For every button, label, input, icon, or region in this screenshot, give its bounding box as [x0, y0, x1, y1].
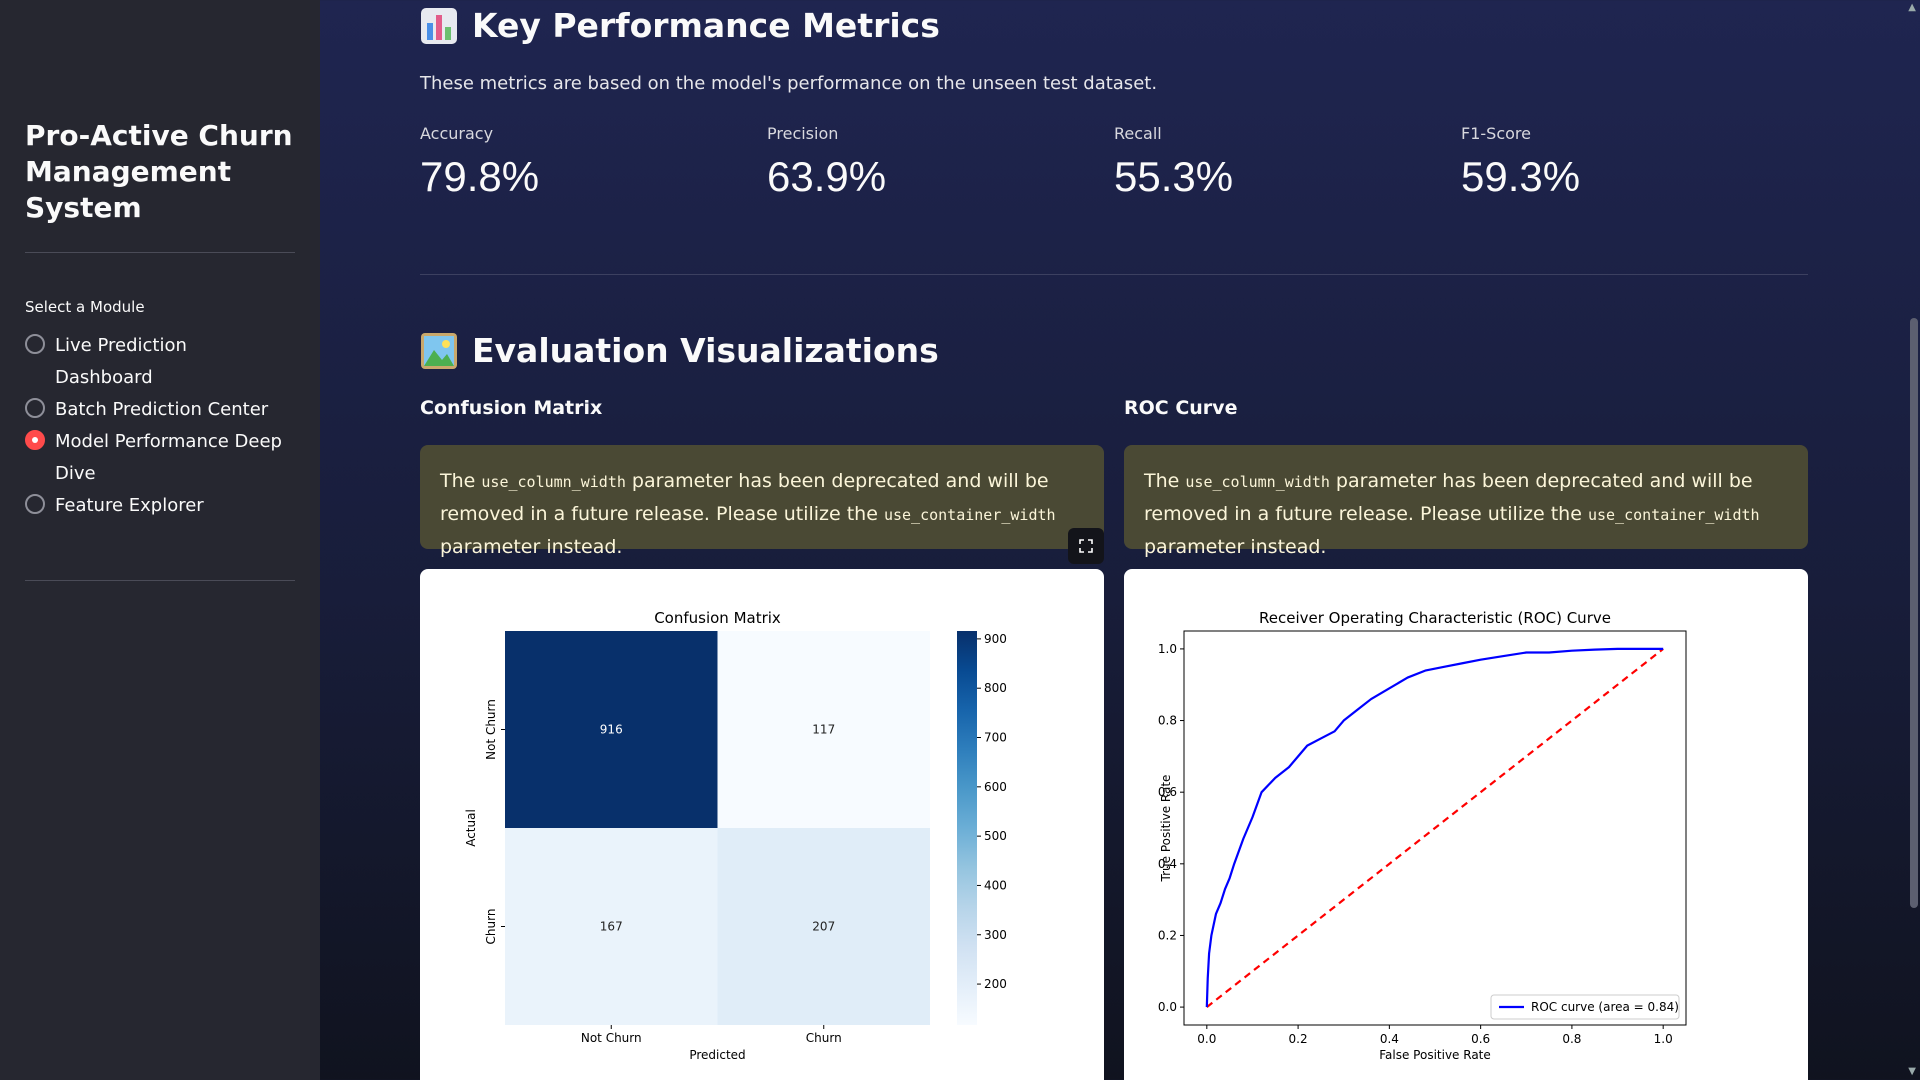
warning-text: The: [440, 470, 482, 492]
y-axis-label: True Positive Rate: [1159, 775, 1173, 883]
cell-value: 916: [600, 723, 623, 737]
warning-code: use_container_width: [1587, 506, 1760, 524]
deprecation-warning-right: The use_column_width parameter has been …: [1124, 445, 1808, 558]
y-tick-label: 0.8: [1158, 714, 1177, 728]
y-axis-label: Actual: [464, 809, 478, 847]
module-option-label: Model Performance Deep Dive: [55, 431, 282, 484]
module-option[interactable]: Feature Explorer: [25, 490, 295, 522]
metric-label: F1-Score: [1461, 124, 1531, 143]
module-option-label: Live Prediction Dashboard: [55, 335, 187, 388]
viz-title: Evaluation Visualizations: [472, 331, 939, 370]
app-title: Pro-Active Churn Management System: [25, 119, 293, 224]
metrics-row: Accuracy 79.8% Precision 63.9% Recall 55.3% F1…: [420, 124, 1808, 201]
colorbar-tick-label: 300: [984, 928, 1007, 942]
scroll-up-icon[interactable]: ▲: [1908, 2, 1916, 13]
warning-text: parameter instead.: [440, 536, 623, 558]
metric-card: Recall 55.3%: [1114, 124, 1461, 201]
confusion-matrix-heading: Confusion Matrix: [420, 397, 603, 419]
y-tick-label: Churn: [484, 909, 498, 945]
colorbar-tick-label: 800: [984, 681, 1007, 695]
metric-value: 63.9%: [767, 153, 887, 200]
colorbar-tick-label: 500: [984, 829, 1007, 843]
metrics-title: Key Performance Metrics: [472, 6, 940, 45]
metric-value: 79.8%: [420, 153, 540, 200]
x-tick-label: 0.8: [1562, 1032, 1581, 1046]
metric-card: F1-Score 59.3%: [1461, 124, 1808, 201]
metric-value: 59.3%: [1461, 153, 1581, 200]
x-tick-label: Not Churn: [581, 1031, 642, 1045]
warning-code: use_container_width: [883, 506, 1056, 524]
sidebar: Pro-Active Churn Management System Selec…: [0, 0, 320, 1080]
x-tick-label: 0.4: [1380, 1032, 1399, 1046]
module-select-label: Select a Module: [25, 298, 145, 316]
y-tick-label: 0.0: [1158, 1000, 1177, 1014]
x-tick-label: 1.0: [1654, 1032, 1673, 1046]
diagonal-line: [1206, 648, 1664, 1008]
viz-heading: Evaluation Visualizations: [420, 331, 939, 370]
confusion-matrix-chart: Confusion Matrix 916 117 167 207 Not Churn Chu…: [464, 609, 1007, 1062]
module-option-label: Feature Explorer: [55, 495, 204, 516]
roc-curve-chart: Receiver Operating Characteristic (ROC) …: [1158, 609, 1687, 1062]
metric-value: 55.3%: [1114, 153, 1234, 200]
colorbar-tick-label: 400: [984, 878, 1007, 892]
module-option[interactable]: Batch Prediction Center: [25, 394, 295, 426]
y-tick-label: 0.2: [1158, 928, 1177, 942]
sidebar-divider-bottom: [25, 580, 295, 581]
x-tick-label: 0.6: [1471, 1032, 1490, 1046]
deprecation-warning-left: The use_column_width parameter has been …: [420, 445, 1104, 558]
y-tick-label: 1.0: [1158, 642, 1177, 656]
module-option-label: Batch Prediction Center: [55, 399, 269, 420]
colorbar: [957, 631, 977, 1025]
x-tick-label: 0.0: [1197, 1032, 1216, 1046]
metrics-caption: These metrics are based on the model's p…: [420, 73, 1158, 94]
metric-card: Precision 63.9%: [767, 124, 1114, 201]
module-option[interactable]: Model Performance Deep Dive: [25, 426, 295, 490]
legend-label: ROC curve (area = 0.84): [1531, 1000, 1679, 1014]
metric-label: Accuracy: [420, 124, 494, 143]
colorbar-tick-label: 200: [984, 977, 1007, 991]
fullscreen-button[interactable]: [1068, 528, 1104, 564]
roc-curve-heading: ROC Curve: [1124, 397, 1238, 419]
cell-value: 117: [812, 723, 835, 737]
section-divider: [420, 274, 1808, 275]
colorbar-tick-label: 600: [984, 780, 1007, 794]
y-tick-label: Not Churn: [484, 699, 498, 760]
confusion-matrix-panel: Confusion Matrix 916 117 167 207 Not Churn Chu…: [420, 569, 1104, 1080]
page-scrollbar[interactable]: [1910, 318, 1918, 908]
x-axis-label: False Positive Rate: [1379, 1048, 1491, 1062]
warning-text: The: [1144, 470, 1186, 492]
main-content: Key Performance Metrics These metrics ar…: [420, 0, 1808, 1080]
module-radio-group: Live Prediction Dashboard Batch Predictio…: [25, 330, 295, 522]
chart-title: Confusion Matrix: [654, 609, 781, 627]
warning-code: use_column_width: [1185, 473, 1330, 491]
module-option[interactable]: Live Prediction Dashboard: [25, 330, 295, 394]
x-tick-label: 0.2: [1289, 1032, 1308, 1046]
radio-unselected-icon[interactable]: [25, 398, 45, 418]
picture-icon: [420, 332, 458, 370]
cell-value: 207: [812, 920, 835, 934]
warning-code: use_column_width: [481, 473, 626, 491]
colorbar-tick-label: 900: [984, 632, 1007, 646]
radio-selected-icon[interactable]: [25, 430, 45, 450]
metric-label: Precision: [767, 124, 839, 143]
metric-label: Recall: [1114, 124, 1162, 143]
roc-curve-panel: Receiver Operating Characteristic (ROC) …: [1124, 569, 1808, 1080]
metrics-heading: Key Performance Metrics: [420, 6, 940, 45]
colorbar-tick-label: 700: [984, 731, 1007, 745]
scroll-down-icon[interactable]: ▼: [1908, 1066, 1916, 1077]
metric-card: Accuracy 79.8%: [420, 124, 767, 201]
expand-icon: [1079, 539, 1093, 553]
sidebar-divider-top: [25, 252, 295, 253]
radio-unselected-icon[interactable]: [25, 494, 45, 514]
bar-chart-icon: [420, 7, 458, 45]
x-tick-label: Churn: [806, 1031, 842, 1045]
warning-text: parameter instead.: [1144, 536, 1327, 558]
x-axis-label: Predicted: [689, 1048, 745, 1062]
chart-title: Receiver Operating Characteristic (ROC) …: [1259, 609, 1611, 627]
radio-unselected-icon[interactable]: [25, 334, 45, 354]
cell-value: 167: [600, 920, 623, 934]
